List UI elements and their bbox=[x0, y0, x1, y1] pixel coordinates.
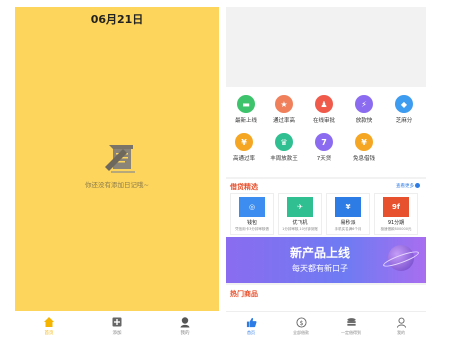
card-name: 优飞机 bbox=[292, 220, 308, 226]
person-icon bbox=[396, 317, 406, 328]
lightning-icon: ⚡ bbox=[355, 95, 373, 113]
quick-item-label: 高通过率 bbox=[232, 156, 255, 162]
date-title: 06月21日 bbox=[90, 13, 144, 26]
card-desc: 1分钟审核,10分钟到账 bbox=[282, 227, 318, 231]
crown-icon: ♛ bbox=[275, 133, 293, 151]
empty-diary-icon bbox=[105, 145, 135, 173]
tab-label: 我的 bbox=[180, 331, 190, 336]
left-tab-bar: 首页 添加 我的 bbox=[15, 311, 219, 341]
loan-card[interactable]: ¥ 易秒派 手机实名满6个月 bbox=[326, 193, 370, 235]
card-name: 易秒派 bbox=[340, 220, 356, 226]
tab-label: 一定借得到 bbox=[341, 330, 361, 335]
tab-sure-loan[interactable]: 一定借得到 bbox=[326, 312, 376, 341]
diary-screen: 06月21日 你还没有添加日记哦~ 首页 添加 我的 bbox=[15, 7, 219, 341]
quick-item-interest-free[interactable]: ¥ 免息借钱 bbox=[344, 133, 384, 162]
quick-item-label: 通过率高 bbox=[272, 118, 295, 124]
tab-label: 首页 bbox=[247, 330, 255, 335]
loan-card[interactable]: ✈ 优飞机 1分钟审核,10分钟到账 bbox=[278, 193, 322, 235]
home-icon bbox=[44, 317, 54, 327]
quick-item-fast-loan[interactable]: ⚡ 放款快 bbox=[344, 95, 384, 124]
seven-icon: 7 bbox=[315, 133, 333, 151]
plane-logo-icon: ✈ bbox=[287, 197, 313, 217]
tab-all-loans[interactable]: $ 全部借款 bbox=[276, 312, 326, 341]
coin-icon: ¥ bbox=[355, 133, 373, 151]
loan-card-list: ◎ 钱包 凭信用卡3分钟审核借 ✈ 优飞机 1分钟审核,10分钟到账 ¥ 易秒派… bbox=[230, 193, 418, 235]
tab-home[interactable]: 首页 bbox=[226, 312, 276, 341]
newest-icon: ▬ bbox=[237, 95, 255, 113]
card-desc: 凭信用卡3分钟审核借 bbox=[235, 227, 269, 231]
tab-home[interactable]: 首页 bbox=[15, 311, 83, 341]
card-desc: 极速借款800000元 bbox=[380, 227, 412, 231]
loan-card[interactable]: ◎ 钱包 凭信用卡3分钟审核借 bbox=[230, 193, 274, 235]
tab-label: 我的 bbox=[397, 330, 405, 335]
new-product-banner[interactable]: 新产品上线 每天都有新口子 bbox=[226, 237, 426, 283]
banner-title: 新产品上线 bbox=[290, 246, 351, 260]
stamp-icon: ♟ bbox=[315, 95, 333, 113]
quick-item-label: 放款快 bbox=[355, 118, 373, 124]
quick-item-loan-king[interactable]: ♛ 丰周放款王 bbox=[264, 133, 304, 162]
tab-label: 添加 bbox=[112, 331, 122, 336]
quick-item-online-approval[interactable]: ♟ 在线审批 bbox=[304, 95, 344, 124]
quick-item-sesame-score[interactable]: ◆ 芝麻分 bbox=[384, 95, 424, 124]
drop-icon: ◆ bbox=[395, 95, 413, 113]
view-more-link[interactable]: 查看更多 bbox=[396, 183, 420, 189]
tab-label: 首页 bbox=[44, 331, 54, 336]
wallet-logo-icon: ◎ bbox=[239, 197, 265, 217]
banner-subtitle: 每天都有新口子 bbox=[292, 264, 348, 273]
yen-logo-icon: ¥ bbox=[335, 197, 361, 217]
thumbs-up-icon bbox=[246, 317, 256, 328]
quick-item-high-pass[interactable]: ★ 通过率高 bbox=[264, 95, 304, 124]
quick-item-label: 芝麻分 bbox=[395, 118, 413, 124]
yen-icon: ¥ bbox=[235, 133, 253, 151]
empty-message: 你还没有添加日记哦~ bbox=[85, 181, 149, 189]
card-name: 钱包 bbox=[246, 220, 257, 226]
quick-icon-grid: ▬ 最新上线 ★ 通过率高 ♟ 在线审批 ⚡ 放款快 ◆ 芝麻分 ¥ 高通过率 bbox=[226, 87, 426, 177]
quick-item-label: 丰周放款王 bbox=[270, 156, 298, 162]
section-title: 热门商品 bbox=[230, 290, 258, 298]
tab-add[interactable]: 添加 bbox=[83, 311, 151, 341]
app-stage: 06月21日 你还没有添加日记哦~ 首页 添加 我的 ▬ 最新上线 ★ 通过率高… bbox=[0, 0, 450, 349]
add-note-icon bbox=[112, 317, 122, 327]
hero-banner-area bbox=[226, 7, 426, 85]
quick-item-label: 7天贷 bbox=[316, 156, 332, 162]
nine-f-logo-icon: 9f bbox=[383, 197, 409, 217]
quick-item-label: 最新上线 bbox=[234, 118, 257, 124]
svg-text:$: $ bbox=[299, 319, 303, 327]
tab-mine[interactable]: 我的 bbox=[376, 312, 426, 341]
card-name: 91分期 bbox=[387, 220, 405, 226]
tab-label: 全部借款 bbox=[293, 330, 309, 335]
featured-loans-section: 借贷精选 查看更多 ◎ 钱包 凭信用卡3分钟审核借 ✈ 优飞机 1分钟审核,10… bbox=[226, 179, 426, 237]
tab-mine[interactable]: 我的 bbox=[151, 311, 219, 341]
card-desc: 手机实名满6个月 bbox=[334, 227, 362, 231]
quick-item-seven-day[interactable]: 7 7天贷 bbox=[304, 133, 344, 162]
arrow-right-icon bbox=[415, 183, 420, 188]
quick-item-newest[interactable]: ▬ 最新上线 bbox=[226, 95, 266, 124]
quick-item-label: 在线审批 bbox=[312, 118, 335, 124]
loan-card[interactable]: 9f 91分期 极速借款800000元 bbox=[374, 193, 418, 235]
database-icon bbox=[346, 318, 356, 326]
loan-screen: ▬ 最新上线 ★ 通过率高 ♟ 在线审批 ⚡ 放款快 ◆ 芝麻分 ¥ 高通过率 bbox=[226, 7, 426, 341]
right-tab-bar: 首页 $ 全部借款 一定借得到 我的 bbox=[226, 311, 426, 341]
user-avatar-icon bbox=[180, 317, 190, 328]
quick-item-label: 免息借钱 bbox=[352, 156, 375, 162]
dollar-circle-icon: $ bbox=[295, 317, 307, 328]
view-more-label: 查看更多 bbox=[396, 184, 414, 189]
section-title: 借贷精选 bbox=[230, 183, 258, 191]
quick-item-high-rate[interactable]: ¥ 高通过率 bbox=[226, 133, 264, 162]
star-icon: ★ bbox=[275, 95, 293, 113]
